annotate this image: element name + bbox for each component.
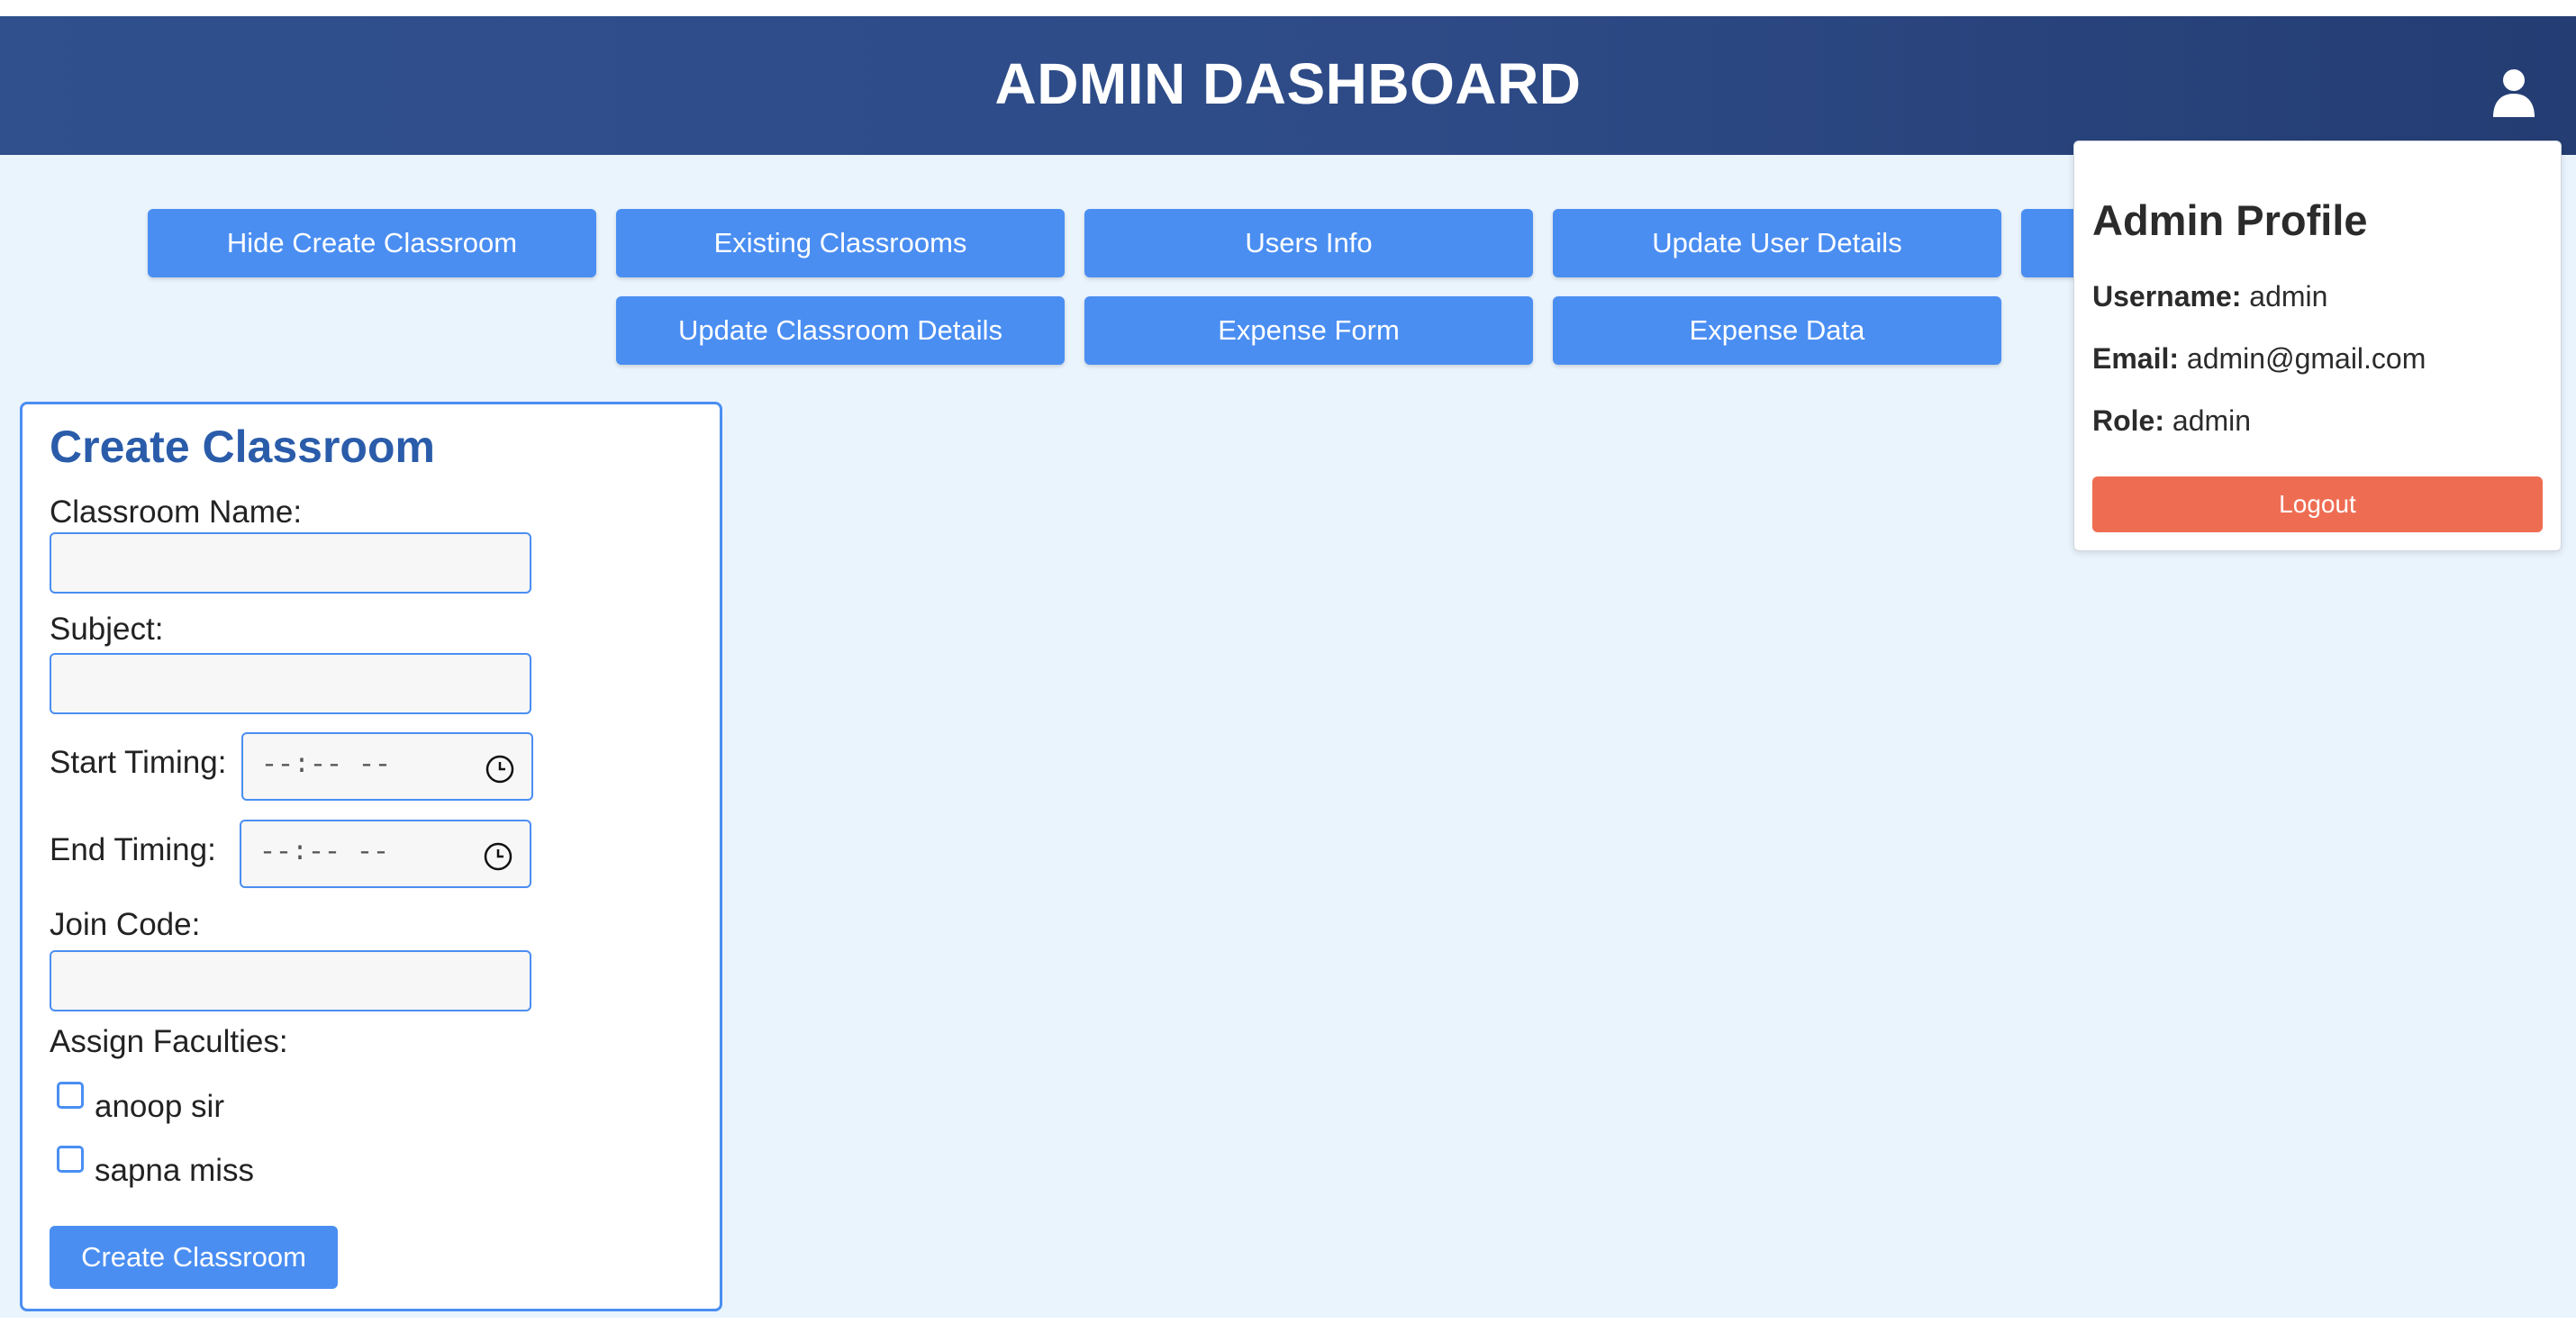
end-timing-label: End Timing: xyxy=(50,832,216,867)
create-classroom-button[interactable]: Create Classroom xyxy=(50,1226,338,1289)
role-label: Role: xyxy=(2092,404,2164,437)
username-value: admin xyxy=(2249,280,2328,313)
profile-title: Admin Profile xyxy=(2092,196,2368,244)
faculty-label-sapna-miss: sapna miss xyxy=(95,1153,255,1188)
page-title: ADMIN DASHBOARD xyxy=(994,51,1582,116)
faculty-checkbox-anoop-sir[interactable] xyxy=(57,1082,84,1109)
email-value: admin@gmail.com xyxy=(2186,342,2426,375)
classroom-name-input[interactable] xyxy=(50,532,531,594)
user-icon[interactable] xyxy=(2491,68,2536,117)
expense-form-button[interactable]: Expense Form xyxy=(1084,296,1533,365)
assign-faculties-label: Assign Faculties: xyxy=(50,1024,288,1059)
faculty-checkbox-sapna-miss[interactable] xyxy=(57,1146,84,1173)
users-info-button[interactable]: Users Info xyxy=(1084,209,1533,277)
start-timing-value: --:-- -- xyxy=(261,750,392,781)
subject-label: Subject: xyxy=(50,612,164,647)
profile-email-row: Email: admin@gmail.com xyxy=(2092,342,2426,376)
profile-username-row: Username: admin xyxy=(2092,280,2327,313)
subject-input[interactable] xyxy=(50,653,531,714)
create-classroom-title: Create Classroom xyxy=(50,422,435,472)
profile-role-row: Role: admin xyxy=(2092,404,2251,438)
clock-icon[interactable] xyxy=(485,754,515,784)
faculty-label-anoop-sir: anoop sir xyxy=(95,1089,224,1124)
header-bar: ADMIN DASHBOARD xyxy=(0,16,2576,155)
update-user-details-button[interactable]: Update User Details xyxy=(1553,209,2001,277)
email-label: Email: xyxy=(2092,342,2180,375)
admin-profile-panel: Admin Profile Username: admin Email: adm… xyxy=(2073,141,2562,551)
logout-button[interactable]: Logout xyxy=(2092,476,2543,532)
hide-create-classroom-button[interactable]: Hide Create Classroom xyxy=(148,209,596,277)
end-timing-input[interactable]: --:-- -- xyxy=(240,820,531,888)
create-classroom-card: Create Classroom Classroom Name: Subject… xyxy=(20,402,722,1311)
role-value: admin xyxy=(2172,404,2252,437)
username-label: Username: xyxy=(2092,280,2242,313)
classroom-name-label: Classroom Name: xyxy=(50,494,303,530)
start-timing-input[interactable]: --:-- -- xyxy=(241,732,533,801)
end-timing-value: --:-- -- xyxy=(259,838,390,868)
join-code-label: Join Code: xyxy=(50,907,201,942)
existing-classrooms-button[interactable]: Existing Classrooms xyxy=(616,209,1065,277)
clock-icon[interactable] xyxy=(483,841,513,872)
join-code-input[interactable] xyxy=(50,950,531,1011)
update-classroom-details-button[interactable]: Update Classroom Details xyxy=(616,296,1065,365)
expense-data-button[interactable]: Expense Data xyxy=(1553,296,2001,365)
start-timing-label: Start Timing: xyxy=(50,745,227,780)
